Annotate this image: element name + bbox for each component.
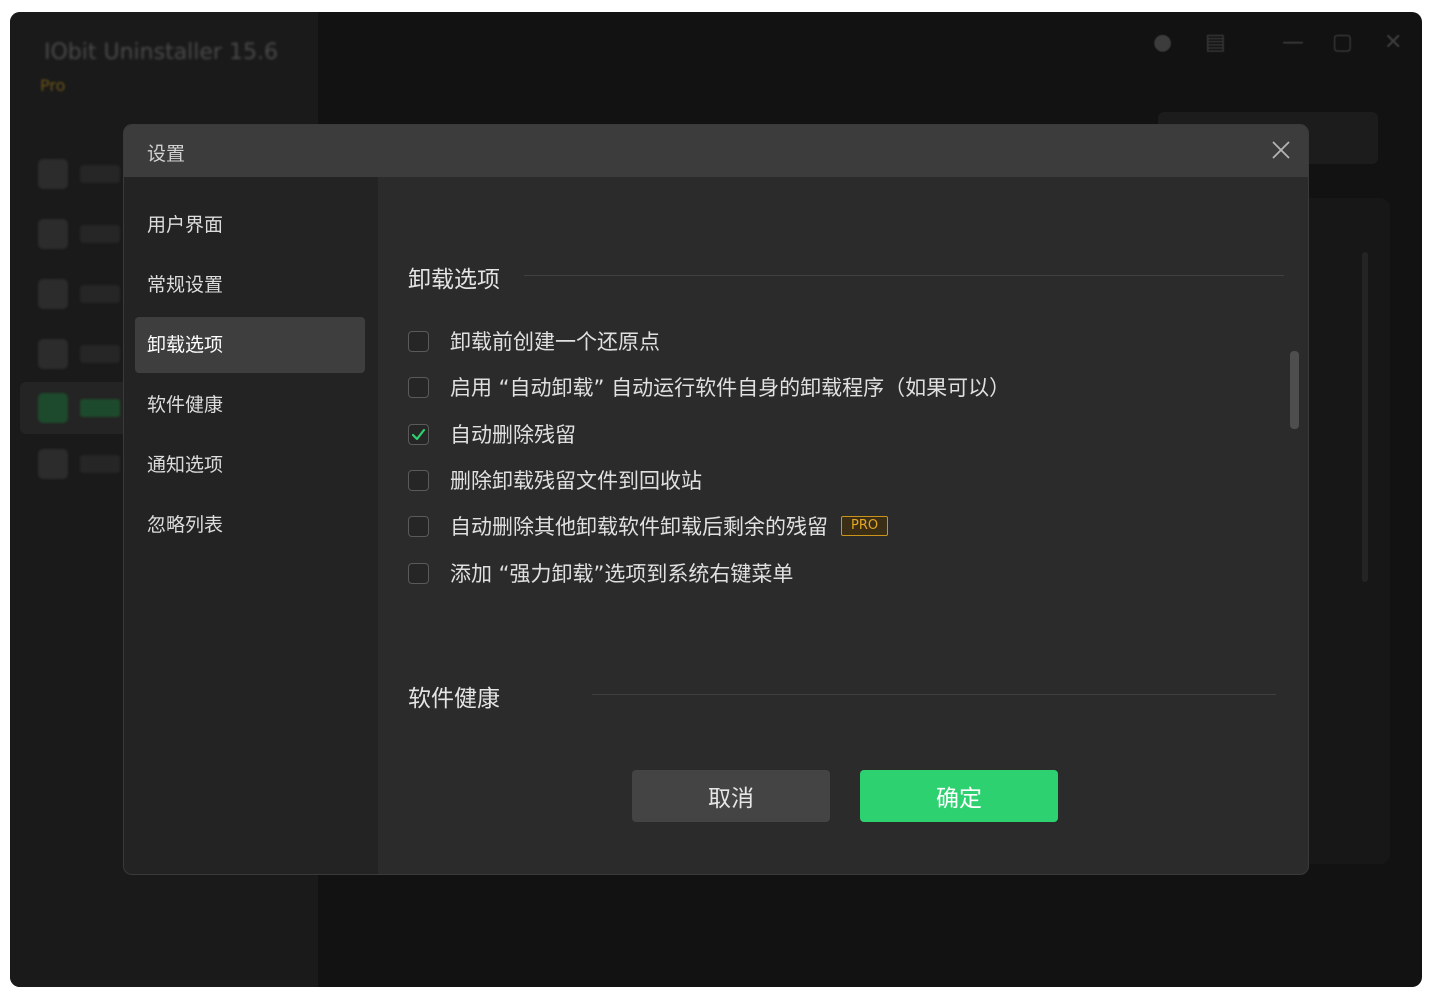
menu-icon: ▤ [1205,30,1226,55]
section-title-uninstall: 卸载选项 [408,267,500,293]
option-create-restore-point[interactable]: 卸载前创建一个还原点 [408,325,660,357]
settings-dialog: 设置 用户界面 常规设置 卸载选项 软件健康 通知选项 忽略列表 卸载选项 卸载… [124,125,1308,874]
checkbox-unchecked[interactable] [408,515,429,537]
maximize-icon: ▢ [1332,30,1353,55]
install-icon [38,279,68,309]
dialog-close-button[interactable] [1268,137,1294,163]
settings-content: 卸载选项 卸载前创建一个还原点 启用 “自动卸载” 自动运行软件自身的卸载程序（… [378,177,1308,874]
window-close-icon: ✕ [1384,30,1403,55]
option-label: 添加 “强力卸载”选项到系统右键菜单 [450,562,794,586]
section-title-health: 软件健康 [408,686,500,712]
sidebar-item-ui[interactable]: 用户界面 [135,197,365,253]
checkmark-icon [411,428,426,440]
option-label: 删除卸载残留文件到回收站 [450,469,702,493]
app-scrollbar [1362,252,1368,582]
app-title: IObit Uninstaller 15.6 [44,40,278,65]
app-edition: Pro [40,76,66,95]
checkbox-unchecked[interactable] [408,469,429,491]
action-icon [38,449,68,479]
option-auto-delete-leftovers[interactable]: 自动删除残留 [408,418,576,450]
close-icon [1272,141,1290,159]
sidebar-item-uninstall-options[interactable]: 卸载选项 [135,317,365,373]
option-label: 启用 “自动卸载” 自动运行软件自身的卸载程序（如果可以） [450,376,1011,400]
sidebar-item-notifications[interactable]: 通知选项 [135,437,365,493]
sidebar-item-software-health[interactable]: 软件健康 [135,377,365,433]
dashboard-icon [38,159,68,189]
option-delete-other-leftovers[interactable]: 自动删除其他卸载软件卸载后剩余的残留 PRO [408,510,889,542]
cancel-button[interactable]: 取消 [632,770,830,822]
pro-badge: PRO [841,516,889,536]
settings-sidebar: 用户界面 常规设置 卸载选项 软件健康 通知选项 忽略列表 [124,177,378,874]
option-label: 自动删除残留 [450,423,576,447]
checkbox-unchecked[interactable] [408,330,429,352]
dialog-title: 设置 [147,143,186,165]
section-divider [592,694,1276,695]
option-add-context-menu[interactable]: 添加 “强力卸载”选项到系统右键菜单 [408,557,793,589]
checkbox-unchecked[interactable] [408,562,429,584]
option-recycle-leftovers[interactable]: 删除卸载残留文件到回收站 [408,464,702,496]
checkbox-unchecked[interactable] [408,376,429,398]
ok-button[interactable]: 确定 [860,770,1058,822]
sidebar-item-general[interactable]: 常规设置 [135,257,365,313]
option-label: 卸载前创建一个还原点 [450,330,660,354]
checkbox-checked[interactable] [408,423,429,445]
shield-icon [38,393,68,423]
section-divider [524,275,1284,276]
option-auto-uninstall[interactable]: 启用 “自动卸载” 自动运行软件自身的卸载程序（如果可以） [408,371,1010,403]
browser-icon [38,339,68,369]
camera-icon: ● [1153,30,1173,55]
dialog-header: 设置 [124,125,1308,177]
app-list-panel [1300,198,1390,864]
sidebar-item-ignore-list[interactable]: 忽略列表 [135,497,365,553]
software-icon [38,219,68,249]
minimize-icon: — [1282,30,1304,55]
option-label: 自动删除其他卸载软件卸载后剩余的残留 [450,515,828,539]
content-scrollbar[interactable] [1290,351,1299,429]
